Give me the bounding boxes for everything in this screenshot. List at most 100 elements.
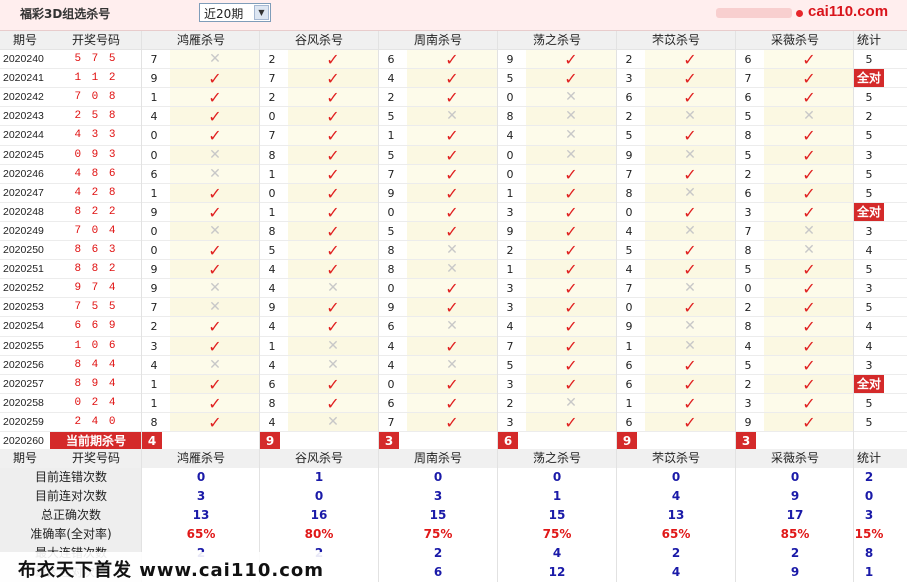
tick-icon-glyph: ✓ [326, 126, 340, 146]
cross-icon-glyph: ✕ [684, 280, 696, 297]
cross-icon: ✕ [407, 107, 497, 127]
kill-number-cell: 3 [506, 205, 514, 219]
tick-icon-glyph: ✓ [564, 164, 578, 184]
site-name[interactable]: cai110.com [808, 3, 888, 20]
kill-number-cell: 8 [150, 415, 158, 429]
summary-value: 13 [667, 508, 685, 522]
tick-icon: ✓ [526, 260, 616, 280]
stat-cell: 5 [865, 186, 873, 200]
kill-number-cell: 2 [268, 53, 276, 66]
period-cell: 2020246 [3, 167, 44, 180]
summary-label: 准确率(全对率) [0, 525, 142, 544]
kill-number-cell: 8 [268, 224, 276, 238]
tick-icon-glyph: ✓ [564, 202, 578, 222]
tick-icon-glyph: ✓ [683, 374, 697, 394]
kill-number-cell: 5 [744, 263, 752, 277]
tick-icon-glyph: ✓ [683, 164, 697, 184]
period-cell: 2020257 [3, 377, 44, 390]
cross-icon: ✕ [288, 279, 378, 299]
tick-icon: ✓ [526, 183, 616, 203]
kill-number-cell: 4 [506, 320, 514, 334]
cross-icon-glyph: ✕ [684, 108, 696, 125]
tick-icon: ✓ [645, 202, 735, 222]
tick-icon: ✓ [170, 126, 260, 146]
cross-icon-glyph: ✕ [446, 318, 458, 335]
header-expert: 采薇杀号 [736, 31, 854, 50]
cross-icon-glyph: ✕ [327, 337, 339, 354]
tick-icon: ✓ [288, 145, 378, 165]
summary-stat-value: 0 [864, 489, 874, 503]
tick-icon: ✓ [288, 298, 378, 318]
column-separator [497, 31, 498, 449]
summary-value: 0 [196, 470, 206, 484]
draw-number-cell: 6 6 9 [74, 320, 118, 333]
cross-icon-glyph: ✕ [209, 356, 221, 373]
kill-number-cell: 9 [387, 301, 395, 315]
tick-icon: ✓ [764, 126, 854, 146]
watermark: 布衣天下首发 www.cai110.com [0, 552, 368, 582]
column-separator [853, 31, 854, 449]
kill-number-cell: 5 [625, 129, 633, 143]
cross-icon-glyph: ✕ [803, 242, 815, 258]
kill-number-cell: 9 [506, 53, 514, 66]
period-cell: 2020244 [3, 129, 44, 142]
column-separator [259, 31, 260, 449]
stat-cell: 5 [865, 129, 873, 143]
stat-cell: 4 [865, 244, 873, 257]
chevron-down-icon[interactable]: ▼ [254, 5, 269, 20]
kill-number-cell: 1 [506, 263, 514, 277]
kill-number-cell: 7 [506, 339, 514, 353]
tick-icon: ✓ [526, 241, 616, 260]
summary-label: 目前连对次数 [0, 487, 142, 506]
kill-number-cell: 5 [387, 110, 395, 124]
tick-icon: ✓ [764, 69, 854, 89]
stat-cell: 4 [865, 339, 873, 353]
tick-icon-glyph: ✓ [326, 164, 340, 184]
kill-number-cell: 8 [387, 263, 395, 277]
tick-icon-glyph: ✓ [445, 393, 459, 413]
tick-icon-glyph: ✓ [564, 374, 578, 394]
tick-icon-glyph: ✓ [326, 260, 340, 280]
kill-number-cell: 2 [744, 377, 752, 391]
cross-icon-glyph: ✕ [209, 222, 221, 239]
stat-cell: 5 [865, 396, 873, 410]
tick-icon: ✓ [764, 298, 854, 318]
cross-icon: ✕ [407, 260, 497, 280]
kill-number-cell: 5 [625, 244, 633, 257]
kill-number-cell: 4 [625, 263, 633, 277]
period-range-value: 近20期 [204, 7, 244, 21]
kill-number-cell: 7 [150, 53, 158, 66]
cross-icon-glyph: ✕ [565, 146, 577, 163]
cross-icon-glyph: ✕ [446, 261, 458, 278]
kill-number-cell: 9 [150, 282, 158, 296]
summary-value: 17 [786, 508, 804, 522]
tick-icon-glyph: ✓ [683, 69, 697, 89]
draw-number-cell: 4 3 3 [74, 129, 118, 142]
kill-number-cell: 6 [625, 415, 633, 429]
period-range-select[interactable]: 近20期 ▼ [199, 3, 271, 22]
draw-number-cell: 0 2 4 [74, 396, 118, 409]
kill-number-cell: 5 [387, 224, 395, 238]
cross-icon: ✕ [170, 279, 260, 299]
period-cell: 2020247 [3, 186, 44, 199]
column-separator [378, 31, 379, 449]
summary-label: 总正确次数 [0, 506, 142, 525]
tick-icon-glyph: ✓ [208, 107, 222, 127]
tick-icon: ✓ [170, 88, 260, 108]
summary-value: 65% [661, 527, 691, 541]
header-stat: 统计 [854, 31, 884, 50]
column-separator [735, 31, 736, 449]
summary-header-expert: 周南杀号 [379, 449, 497, 468]
kill-number-cell: 7 [268, 129, 276, 143]
tick-icon-glyph: ✓ [445, 50, 459, 69]
kill-number-cell: 4 [268, 263, 276, 277]
blurred-text [716, 8, 792, 18]
period-cell: 2020259 [3, 415, 44, 428]
cross-icon: ✕ [526, 393, 616, 413]
kill-number-cell: 5 [506, 72, 514, 86]
tick-icon-glyph: ✓ [802, 393, 816, 413]
tick-icon-glyph: ✓ [445, 88, 459, 108]
tick-icon-glyph: ✓ [683, 260, 697, 280]
kill-number-cell: 8 [387, 244, 395, 257]
tick-icon: ✓ [645, 298, 735, 318]
